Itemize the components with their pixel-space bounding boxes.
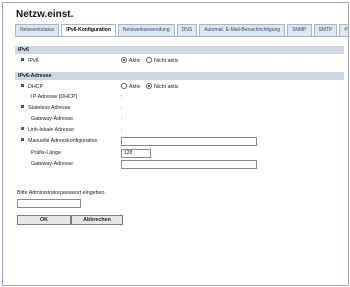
- gateway-address-input[interactable]: [121, 160, 257, 169]
- manual-label: Manuelle Adresskonfiguration: [28, 138, 98, 144]
- section-header-ipv6: IPv6: [15, 46, 344, 54]
- section-header-ipv6-adresse: IPv6-Adresse: [15, 72, 344, 80]
- admin-password-prompt: Bitte Administratorpasswort eingeben.: [17, 190, 106, 196]
- tab-email-benachrichtigung[interactable]: Automat. E-Mail-Benachrichtigung: [199, 24, 286, 36]
- tab-netzwerkanwendung[interactable]: Netzwerkanwendung: [117, 24, 175, 36]
- tab-bar: Netzwerkstatus IPv6-Konfiguration Netzwe…: [15, 24, 348, 36]
- stateless-row: Stateless Adresse: [21, 104, 70, 112]
- link-local-value: :: [121, 127, 123, 133]
- radio-selected-icon[interactable]: [145, 82, 152, 89]
- link-local-label: Link-lokale Adresse: [28, 127, 74, 133]
- bullet-icon: [21, 105, 24, 109]
- page-title: Netzw.einst.: [16, 9, 74, 20]
- gateway2-label: Gateway-Adresse: [31, 161, 74, 167]
- tab-ipv6-konfiguration[interactable]: IPv6-Konfiguration: [61, 24, 116, 36]
- radio-unselected-icon[interactable]: [121, 82, 127, 89]
- dhcp-row: DHCP: [21, 83, 43, 91]
- radio-selected-icon[interactable]: [121, 56, 127, 63]
- stateless-label: Stateless Adresse: [28, 105, 71, 111]
- bullet-icon: [21, 84, 24, 88]
- tab-dns[interactable]: DNS: [176, 24, 198, 36]
- admin-password-input[interactable]: [17, 199, 81, 208]
- manual-address-input[interactable]: [121, 137, 257, 146]
- bullet-icon: [21, 138, 24, 142]
- tab-divider: [15, 36, 348, 37]
- ip-dhcp-label: IP-Adresse (DHCP): [31, 94, 78, 100]
- link-local-row: Link-lokale Adresse: [21, 126, 74, 134]
- ipv6-row: IPv6: [21, 57, 39, 65]
- bullet-icon: [21, 127, 24, 131]
- gateway-label: Gateway-Adresse: [31, 116, 74, 122]
- ipv6-aktiv-option[interactable]: Aktiv: [121, 56, 140, 64]
- tab-smtp[interactable]: SMTP: [313, 24, 338, 36]
- ipv6-radio-group: Aktiv Nicht aktiv: [121, 56, 182, 65]
- dhcp-aktiv-option[interactable]: Aktiv: [121, 82, 140, 90]
- cancel-button[interactable]: Abbrechen: [71, 215, 123, 225]
- tab-pop[interactable]: PO: [339, 24, 348, 36]
- dhcp-radio-group: Aktiv Nicht aktiv: [121, 82, 182, 91]
- dhcp-label: DHCP: [28, 84, 44, 90]
- ok-button[interactable]: OK: [17, 215, 71, 225]
- settings-window: Netzw.einst. Netzwerkstatus IPv6-Konfigu…: [2, 2, 349, 286]
- prefix-label: Präfix-Länge: [31, 150, 62, 156]
- ip-dhcp-value: :: [121, 94, 123, 100]
- radio-unselected-icon[interactable]: [145, 56, 152, 63]
- prefix-length-input[interactable]: 128: [121, 149, 151, 158]
- tab-netzwerkstatus[interactable]: Netzwerkstatus: [15, 24, 60, 36]
- gateway-value: :: [121, 116, 123, 122]
- ipv6-label: IPv6: [28, 58, 39, 64]
- bullet-icon: [21, 58, 24, 62]
- manual-row: Manuelle Adresskonfiguration: [21, 137, 98, 145]
- tab-snmp[interactable]: SNMP: [287, 24, 312, 36]
- stateless-value: :: [121, 105, 123, 111]
- dhcp-nicht-aktiv-option[interactable]: Nicht aktiv: [145, 82, 178, 90]
- ipv6-nicht-aktiv-option[interactable]: Nicht aktiv: [145, 56, 178, 64]
